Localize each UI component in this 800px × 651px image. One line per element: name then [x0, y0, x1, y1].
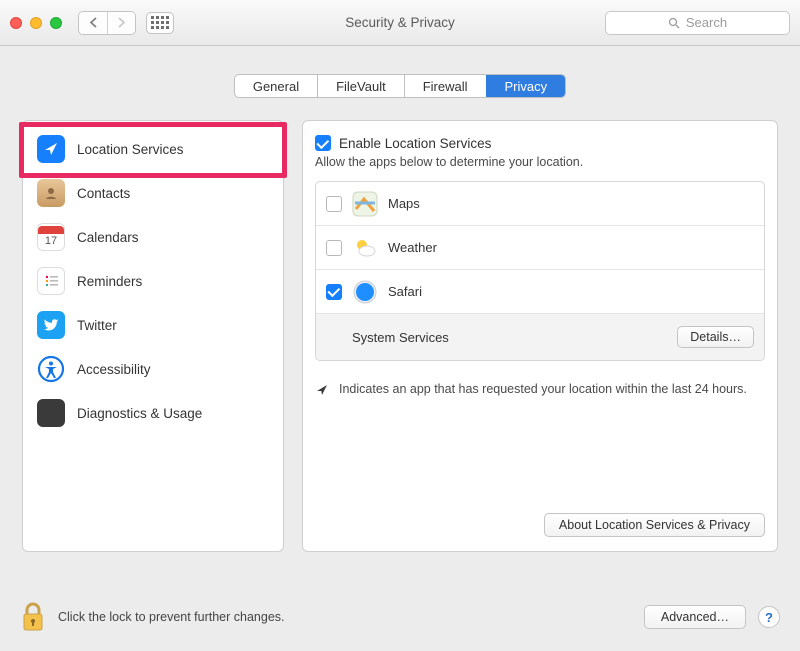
- enable-location-row: Enable Location Services: [315, 135, 765, 151]
- calendar-icon: 17: [37, 223, 65, 251]
- app-label: Weather: [388, 240, 437, 255]
- contacts-icon: [37, 179, 65, 207]
- sidebar-wrap: Location Services Contacts 17 Calendars: [22, 120, 284, 552]
- sidebar-item-label: Accessibility: [77, 362, 151, 377]
- sidebar-item-label: Reminders: [77, 274, 142, 289]
- accessibility-icon: [37, 355, 65, 383]
- minimize-window-button[interactable]: [30, 17, 42, 29]
- content: General FileVault Firewall Privacy Locat…: [0, 46, 800, 552]
- search-field[interactable]: Search: [605, 11, 790, 35]
- sidebar-item-label: Calendars: [77, 230, 139, 245]
- app-label: Safari: [388, 284, 422, 299]
- sidebar-item-accessibility[interactable]: Accessibility: [23, 347, 283, 391]
- sidebar-item-label: Location Services: [77, 142, 184, 157]
- app-checkbox-weather[interactable]: [326, 240, 342, 256]
- location-indicator-note: Indicates an app that has requested your…: [315, 381, 765, 398]
- enable-location-checkbox[interactable]: [315, 135, 331, 151]
- weather-icon: [352, 235, 378, 261]
- grid-icon: [151, 16, 169, 29]
- footer: Click the lock to prevent further change…: [0, 589, 800, 651]
- back-button[interactable]: [79, 12, 107, 34]
- help-button[interactable]: ?: [758, 606, 780, 628]
- location-arrow-icon: [37, 135, 65, 163]
- panes: Location Services Contacts 17 Calendars: [22, 120, 778, 552]
- sidebar-item-diagnostics[interactable]: Diagnostics & Usage: [23, 391, 283, 435]
- safari-icon: [352, 279, 378, 305]
- app-row-system-services: System Services Details…: [316, 314, 764, 360]
- search-placeholder: Search: [686, 15, 727, 30]
- sidebar-item-label: Contacts: [77, 186, 130, 201]
- app-label: Maps: [388, 196, 420, 211]
- about-location-button[interactable]: About Location Services & Privacy: [544, 513, 765, 537]
- enable-location-label: Enable Location Services: [339, 136, 491, 151]
- maps-icon: [352, 191, 378, 217]
- tab-filevault[interactable]: FileVault: [317, 75, 404, 97]
- window-controls: [10, 17, 62, 29]
- location-indicator-icon: [315, 383, 329, 397]
- sidebar-item-label: Diagnostics & Usage: [77, 406, 202, 421]
- app-row-weather: Weather: [316, 226, 764, 270]
- sidebar-item-reminders[interactable]: Reminders: [23, 259, 283, 303]
- titlebar: Security & Privacy Search: [0, 0, 800, 46]
- tab-privacy[interactable]: Privacy: [486, 75, 566, 97]
- lock-icon[interactable]: [20, 600, 46, 634]
- sidebar-item-contacts[interactable]: Contacts: [23, 171, 283, 215]
- search-icon: [668, 17, 680, 29]
- details-button[interactable]: Details…: [677, 326, 754, 348]
- advanced-button[interactable]: Advanced…: [644, 605, 746, 629]
- app-checkbox-safari[interactable]: [326, 284, 342, 300]
- detail-pane: Enable Location Services Allow the apps …: [302, 120, 778, 552]
- app-checkbox-maps[interactable]: [326, 196, 342, 212]
- close-window-button[interactable]: [10, 17, 22, 29]
- tab-general[interactable]: General: [235, 75, 317, 97]
- enable-location-hint: Allow the apps below to determine your l…: [315, 155, 765, 169]
- tabs: General FileVault Firewall Privacy: [22, 74, 778, 98]
- forward-button[interactable]: [107, 12, 135, 34]
- twitter-icon: [37, 311, 65, 339]
- diagnostics-icon: [37, 399, 65, 427]
- system-services-label: System Services: [352, 330, 449, 345]
- sidebar-item-label: Twitter: [77, 318, 117, 333]
- app-row-safari: Safari: [316, 270, 764, 314]
- sidebar: Location Services Contacts 17 Calendars: [22, 120, 284, 552]
- lock-message: Click the lock to prevent further change…: [58, 610, 632, 624]
- app-list: Maps Weather Safari: [315, 181, 765, 361]
- sidebar-item-calendars[interactable]: 17 Calendars: [23, 215, 283, 259]
- sidebar-item-twitter[interactable]: Twitter: [23, 303, 283, 347]
- show-all-button[interactable]: [146, 12, 174, 34]
- nav-buttons: [78, 11, 136, 35]
- tabstrip: General FileVault Firewall Privacy: [234, 74, 566, 98]
- zoom-window-button[interactable]: [50, 17, 62, 29]
- app-row-maps: Maps: [316, 182, 764, 226]
- tab-firewall[interactable]: Firewall: [404, 75, 486, 97]
- location-indicator-text: Indicates an app that has requested your…: [339, 381, 747, 398]
- reminders-icon: [37, 267, 65, 295]
- sidebar-item-location-services[interactable]: Location Services: [23, 127, 283, 171]
